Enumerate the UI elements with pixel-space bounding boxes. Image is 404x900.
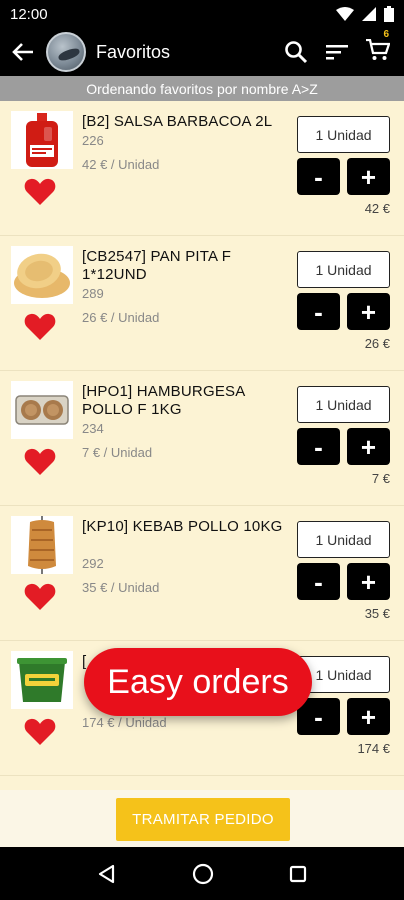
sort-status-text: Ordenando favoritos por nombre A>Z <box>86 80 318 97</box>
product-name: [HPO1] HAMBURGESA POLLO F 1KG <box>82 383 245 418</box>
wifi-icon <box>336 7 354 21</box>
cart-icon <box>366 38 391 60</box>
decrease-button[interactable]: - <box>297 293 340 330</box>
back-nav-icon[interactable] <box>97 864 117 884</box>
sort-status-bar: Ordenando favoritos por nombre A>Z <box>0 76 404 101</box>
line-total: 35 € <box>364 606 390 621</box>
product-price: 7 € / Unidad <box>82 445 153 460</box>
heart-icon[interactable] <box>24 177 56 205</box>
status-time: 12:00 <box>10 5 48 23</box>
list-item[interactable]: [B2] SALSA BARBACOA 2L 226 42 € / Unidad… <box>0 101 404 236</box>
line-total: 7 € <box>371 471 390 486</box>
product-price: 35 € / Unidad <box>82 580 160 595</box>
product-name: [CB2547] PAN PITA F 1*12UND <box>82 248 232 283</box>
line-total: 26 € <box>364 336 390 351</box>
back-button[interactable] <box>0 28 46 76</box>
appbar-actions: 6 <box>284 29 404 66</box>
status-bar: 12:00 <box>0 0 404 28</box>
list-item[interactable]: [HPO1] HAMBURGESA POLLO F 1KG 234 7 € / … <box>0 371 404 506</box>
product-name: [B2] SALSA BARBACOA 2L <box>82 113 273 130</box>
cart-badge: 6 <box>383 28 389 40</box>
list-item[interactable]: [CB2547] PAN PITA F 1*12UND 289 26 € / U… <box>0 236 404 371</box>
decrease-button[interactable]: - <box>297 158 340 195</box>
product-code: 289 <box>82 286 104 301</box>
page-title: Favoritos <box>96 41 171 62</box>
line-total: 174 € <box>357 741 390 756</box>
product-code: 226 <box>82 133 104 148</box>
product-price: 174 € / Unidad <box>82 715 167 730</box>
home-nav-icon[interactable] <box>192 863 214 885</box>
increase-button[interactable]: + <box>347 158 390 195</box>
decrease-button[interactable]: - <box>297 428 340 465</box>
product-image <box>11 381 73 439</box>
quantity-field[interactable]: 1 Unidad <box>297 251 390 288</box>
increase-button[interactable]: + <box>347 428 390 465</box>
sort-icon[interactable] <box>326 43 348 61</box>
quantity-field[interactable]: 1 Unidad <box>297 116 390 153</box>
line-total: 42 € <box>364 201 390 216</box>
app-bar: Favoritos 6 <box>0 28 404 76</box>
increase-button[interactable]: + <box>347 293 390 330</box>
signal-icon <box>362 7 376 21</box>
quantity-field[interactable]: 1 Unidad <box>297 386 390 423</box>
burger-pack-icon <box>15 395 69 425</box>
cart-button[interactable]: 6 <box>366 29 391 66</box>
product-code: 292 <box>82 556 104 571</box>
search-icon[interactable] <box>284 40 308 64</box>
kebab-icon <box>28 516 56 574</box>
promo-overlay: Easy orders <box>84 648 312 716</box>
heart-icon[interactable] <box>24 717 56 745</box>
product-price: 26 € / Unidad <box>82 310 160 325</box>
list-item[interactable]: [KP10] KEBAB POLLO 10KG 292 35 € / Unida… <box>0 506 404 641</box>
status-icons <box>336 6 394 22</box>
heart-icon[interactable] <box>24 447 56 475</box>
product-price: 42 € / Unidad <box>82 157 160 172</box>
recents-nav-icon[interactable] <box>289 865 307 883</box>
decrease-button[interactable]: - <box>297 563 340 600</box>
sauce-bottle-icon <box>26 113 58 167</box>
product-name: [KP10] KEBAB POLLO 10KG <box>82 518 283 535</box>
arrow-left-icon <box>12 43 33 61</box>
increase-button[interactable]: + <box>347 563 390 600</box>
quantity-field[interactable]: 1 Unidad <box>297 521 390 558</box>
product-image <box>11 651 73 709</box>
checkout-button[interactable]: TRAMITAR PEDIDO <box>116 798 290 841</box>
bucket-icon <box>17 658 67 702</box>
product-image <box>11 516 73 574</box>
increase-button[interactable]: + <box>347 698 390 735</box>
heart-icon[interactable] <box>24 582 56 610</box>
heart-icon[interactable] <box>24 312 56 340</box>
pita-bread-icon <box>14 253 70 298</box>
battery-icon <box>384 6 394 22</box>
product-code: 234 <box>82 421 104 436</box>
product-image <box>11 246 73 304</box>
product-image <box>11 111 73 169</box>
avatar[interactable] <box>46 32 86 72</box>
system-nav-bar <box>0 847 404 900</box>
